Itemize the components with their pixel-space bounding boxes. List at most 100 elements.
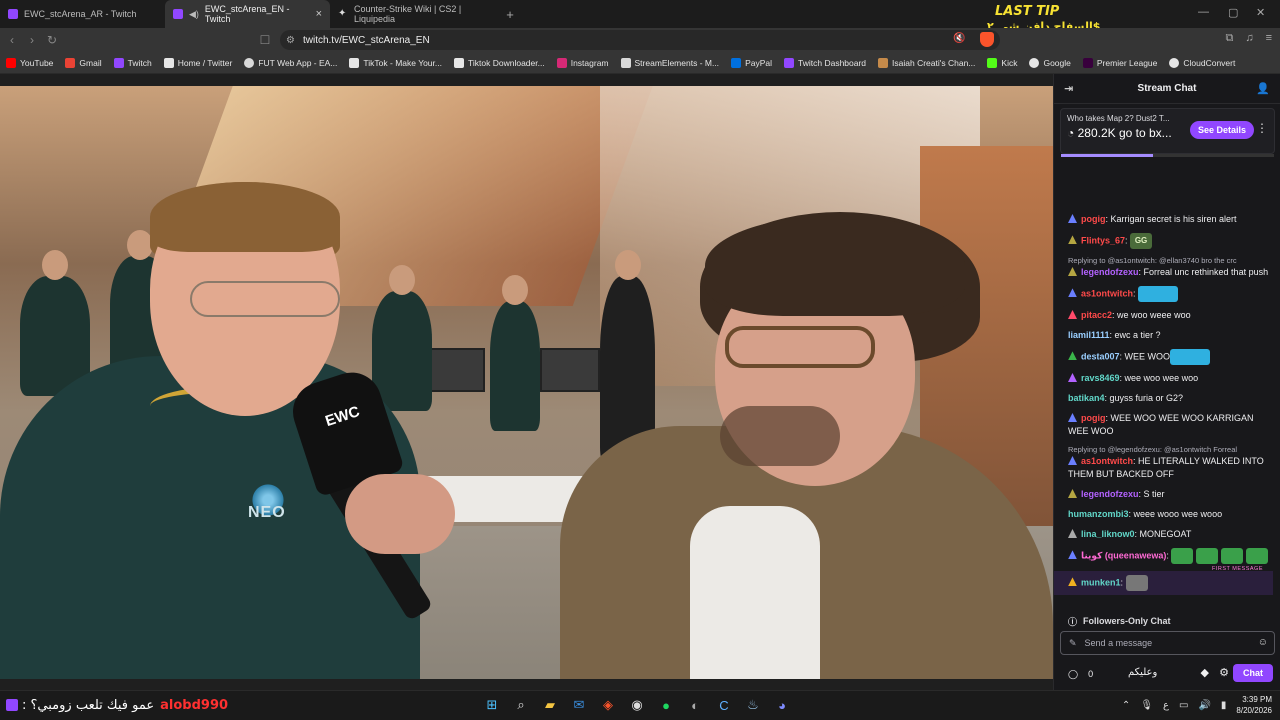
- chat-username[interactable]: humanzombi3: [1068, 509, 1129, 519]
- chat-username[interactable]: Flintys_67: [1081, 235, 1125, 245]
- bookmark-kick[interactable]: Kick: [987, 57, 1017, 68]
- bookmark-fut[interactable]: FUT Web App - EA...: [244, 57, 337, 68]
- audio-playing-icon[interactable]: ◀): [189, 9, 199, 20]
- bookmark-tiktok-downloader[interactable]: Tiktok Downloader...: [454, 57, 545, 68]
- language-icon[interactable]: ع: [1163, 700, 1169, 711]
- mute-tab-icon[interactable]: 🔇: [953, 33, 965, 44]
- bookmark-tiktok[interactable]: TikTok - Make Your...: [349, 57, 442, 68]
- steam-icon[interactable]: ♨: [744, 695, 762, 715]
- prediction-banner[interactable]: Who takes Map 2? Dust2 T... ◔ 280.2K go …: [1060, 108, 1275, 157]
- video-player[interactable]: NEO EWC: [0, 86, 1053, 679]
- badge-icon[interactable]: [1068, 235, 1077, 245]
- chat-message[interactable]: legendofzexu: Forreal unc rethinked that…: [1068, 266, 1273, 279]
- emote-icon[interactable]: [1125, 575, 1148, 591]
- emote-picker-icon[interactable]: ☺: [1258, 637, 1268, 648]
- forward-button[interactable]: ›: [22, 33, 42, 47]
- badge-icon[interactable]: [1068, 373, 1077, 382]
- chat-username[interactable]: munken1: [1081, 577, 1121, 587]
- chat-username[interactable]: pogig: [1081, 413, 1106, 423]
- outlook-icon[interactable]: ✉: [570, 695, 588, 715]
- chat-message[interactable]: desta007: WEE WOO: [1068, 349, 1273, 365]
- volume-icon[interactable]: 🔊: [1198, 700, 1210, 711]
- file-explorer-icon[interactable]: ▰: [541, 695, 559, 715]
- chat-username[interactable]: ravs8469: [1081, 373, 1120, 383]
- chat-message[interactable]: pitacc2: we woo weee woo: [1068, 309, 1273, 322]
- chat-message[interactable]: batikan4: guyss furia or G2?: [1068, 392, 1273, 405]
- chat-username[interactable]: as1ontwitch: [1081, 288, 1133, 298]
- chat-settings-icon[interactable]: ⚙: [1219, 666, 1229, 679]
- tab-ewc-ar[interactable]: EWC_stcArena_AR - Twitch: [0, 0, 165, 28]
- site-info-icon[interactable]: ⚙: [286, 35, 295, 46]
- chat-message[interactable]: as1ontwitch: HE LITERALLY WALKED INTO TH…: [1068, 455, 1273, 481]
- bits-icon[interactable]: ◆: [1201, 666, 1209, 679]
- chat-username[interactable]: pogig: [1081, 214, 1106, 224]
- bookmark-premier-league[interactable]: Premier League: [1082, 57, 1157, 68]
- bookmark-twitch[interactable]: Twitch: [113, 57, 152, 68]
- chat-username[interactable]: batikan4: [1068, 393, 1105, 403]
- bookmark-gmail[interactable]: Gmail: [65, 57, 102, 68]
- brave-browser-icon[interactable]: ◈: [599, 695, 617, 715]
- collapse-chat-icon[interactable]: ⇥: [1064, 82, 1073, 95]
- chat-message[interactable]: pogig: Karrigan secret is his siren aler…: [1068, 213, 1273, 226]
- chat-username[interactable]: lina_liknow0: [1081, 529, 1135, 539]
- app-icon[interactable]: ◐: [686, 695, 704, 715]
- reply-context[interactable]: Replying to @as1ontwitch: @ellan3740 bro…: [1068, 256, 1273, 265]
- chat-message[interactable]: munken1: FIRST MESSAGE: [1054, 566, 1273, 595]
- brave-shields-icon[interactable]: [980, 32, 994, 47]
- obs-icon[interactable]: ◉: [628, 695, 646, 715]
- minimize-button[interactable]: —: [1198, 6, 1209, 18]
- tray-overflow-icon[interactable]: ⌃: [1122, 700, 1130, 711]
- chat-input[interactable]: ✎ Send a message ☺: [1060, 631, 1275, 655]
- chat-username[interactable]: كوينا (queenawewa): [1081, 550, 1166, 560]
- emote-icon[interactable]: [1221, 548, 1244, 564]
- badge-icon[interactable]: [1068, 288, 1077, 298]
- media-icon[interactable]: ♫: [1245, 32, 1253, 45]
- badge-icon[interactable]: [1068, 577, 1077, 587]
- see-details-button[interactable]: See Details: [1189, 121, 1254, 139]
- send-chat-button[interactable]: Chat: [1233, 664, 1273, 682]
- emote-icon[interactable]: GG: [1130, 233, 1153, 249]
- emote-icon[interactable]: [1196, 548, 1219, 564]
- bookmark-icon[interactable]: ☐: [255, 33, 275, 47]
- tab-ewc-en[interactable]: ◀) EWC_stcArena_EN - Twitch ×: [165, 0, 330, 28]
- chat-message[interactable]: ravs8469: wee woo wee woo: [1068, 372, 1273, 385]
- badge-icon[interactable]: [1068, 489, 1077, 498]
- back-button[interactable]: ‹: [2, 33, 22, 47]
- chat-message[interactable]: lina_liknow0: MONEGOAT: [1068, 528, 1273, 541]
- chat-message[interactable]: humanzombi3: weee wooo wee wooo: [1068, 508, 1273, 521]
- badge-icon[interactable]: [1068, 413, 1077, 422]
- badge-icon[interactable]: [1068, 529, 1077, 538]
- chat-username[interactable]: legendofzexu: [1081, 489, 1139, 499]
- emote-icon[interactable]: [1138, 286, 1179, 302]
- community-icon[interactable]: 👤: [1256, 82, 1270, 95]
- badge-icon[interactable]: [1068, 310, 1077, 319]
- emote-icon[interactable]: [1170, 349, 1211, 365]
- tab-liquipedia[interactable]: ✦ Counter-Strike Wiki | CS2 | Liquipedia: [330, 0, 500, 28]
- windows-start-icon[interactable]: ⊞: [483, 695, 501, 715]
- new-tab-button[interactable]: +: [500, 7, 520, 22]
- emote-icon[interactable]: [1246, 548, 1269, 564]
- badge-icon[interactable]: [1068, 267, 1077, 276]
- bookmark-streamelements[interactable]: StreamElements - M...: [620, 57, 719, 68]
- url-field[interactable]: ⚙ twitch.tv/EWC_stcArena_EN: [280, 30, 1000, 50]
- close-tab-icon[interactable]: ×: [316, 8, 322, 20]
- chat-username[interactable]: desta007: [1081, 351, 1120, 361]
- chat-username[interactable]: pitacc2: [1081, 310, 1112, 320]
- discord-icon[interactable]: ◕: [773, 695, 791, 715]
- clock[interactable]: 3:39 PM 8/20/2026: [1236, 694, 1272, 716]
- bookmark-instagram[interactable]: Instagram: [556, 57, 609, 68]
- bookmark-channel[interactable]: Isaiah Creati's Chan...: [878, 57, 975, 68]
- reload-button[interactable]: ↻: [42, 33, 62, 47]
- extensions-icon[interactable]: ⧉: [1225, 32, 1233, 45]
- network-icon[interactable]: ▭: [1179, 700, 1188, 711]
- bookmark-google[interactable]: Google: [1029, 57, 1071, 68]
- chat-username[interactable]: liamil1111: [1068, 330, 1110, 340]
- chat-message[interactable]: liamil1111: ewc a tier ?: [1068, 329, 1273, 342]
- reply-context[interactable]: Replying to @legendofzexu: @as1ontwitch …: [1068, 445, 1273, 454]
- badge-icon[interactable]: [1068, 214, 1077, 223]
- bookmark-twitch-dashboard[interactable]: Twitch Dashboard: [784, 57, 866, 68]
- badge-icon[interactable]: [1068, 351, 1077, 361]
- chat-message[interactable]: as1ontwitch:: [1068, 286, 1273, 302]
- channel-points-icon[interactable]: ◯: [1068, 669, 1078, 680]
- battery-icon[interactable]: ▮: [1221, 700, 1227, 711]
